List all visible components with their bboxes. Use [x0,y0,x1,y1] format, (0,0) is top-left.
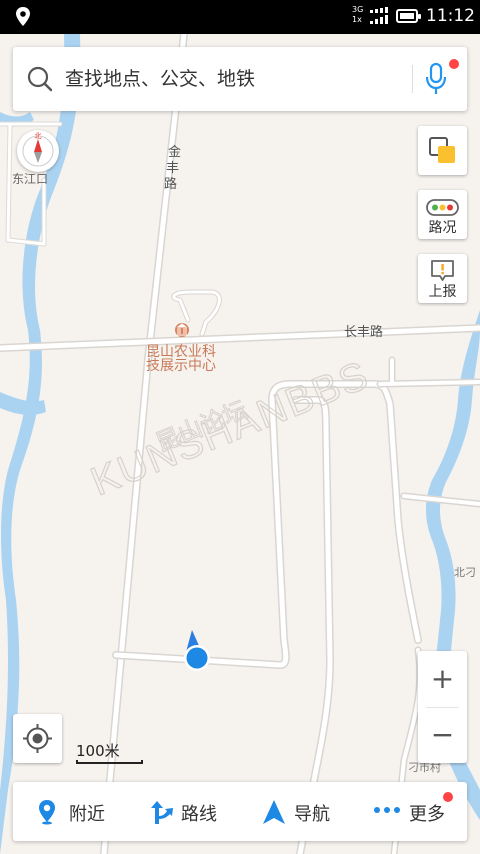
route-button[interactable]: 路线 [123,782,236,841]
poi-label-line2[interactable]: 技展示中心 [146,358,216,374]
bottom-nav: 附近 路线 导航 更多 [13,782,467,841]
search-input[interactable] [65,61,405,97]
locate-me-button[interactable] [13,714,62,763]
status-bar: 3G 1x 11:12 [0,0,480,34]
road-label-jinfeng-3: 路 [164,176,177,192]
network-type: 3G 1x [352,5,363,25]
scale-text: 100米 [76,742,120,760]
layers-icon [429,137,455,163]
nearby-label: 附近 [69,804,105,825]
navigate-button[interactable]: 导航 [236,782,349,841]
traffic-button[interactable]: 路况 [418,190,467,239]
more-dots-icon [374,807,400,813]
place-label-dongjiangkou: 东江口 [12,172,48,186]
search-divider [412,65,413,93]
road-label-jinfeng-1: 金 [168,144,181,160]
battery-icon [396,9,421,23]
navigation-arrow-icon [263,800,285,824]
location-pin-icon [16,7,30,26]
compass-button[interactable]: 北 [17,130,59,172]
network-type-top: 3G [352,5,364,14]
more-button[interactable]: 更多 [349,782,467,841]
compass-icon: 北 [22,132,54,167]
traffic-label: 路况 [428,220,457,236]
road-label-changfeng: 长丰路 [344,324,383,340]
route-label: 路线 [181,804,217,825]
layers-button[interactable] [418,126,467,175]
scale-line [76,760,143,764]
nearby-pin-icon [39,800,55,825]
report-label: 上报 [428,284,457,300]
more-label: 更多 [409,804,445,825]
route-icon [151,801,173,824]
map-canvas[interactable]: 昆山论坛 KUNSHANBBS 昆山农业科 技展示中心 金 丰 路 长丰路 东江… [0,34,480,854]
voice-badge [449,59,459,69]
report-button[interactable]: 上报 [418,254,467,303]
zoom-control: + − [418,651,467,763]
more-badge [443,792,453,802]
navigate-label: 导航 [294,804,330,825]
svg-text:北: 北 [35,132,42,140]
nearby-button[interactable]: 附近 [13,782,123,841]
signal-icon [370,7,388,24]
search-icon [27,66,53,92]
network-type-bottom: 1x [352,15,362,24]
place-label-beiding: 北刁 [454,566,476,579]
search-bar[interactable] [13,47,467,111]
microphone-icon[interactable] [425,63,447,95]
clock: 11:12 [426,6,475,26]
zoom-in-button[interactable]: + [418,651,467,707]
crosshair-icon [23,724,52,753]
road-label-jinfeng-2: 丰 [166,161,179,176]
traffic-light-icon [426,199,459,216]
zoom-out-button[interactable]: − [418,707,467,763]
report-icon [431,260,454,281]
